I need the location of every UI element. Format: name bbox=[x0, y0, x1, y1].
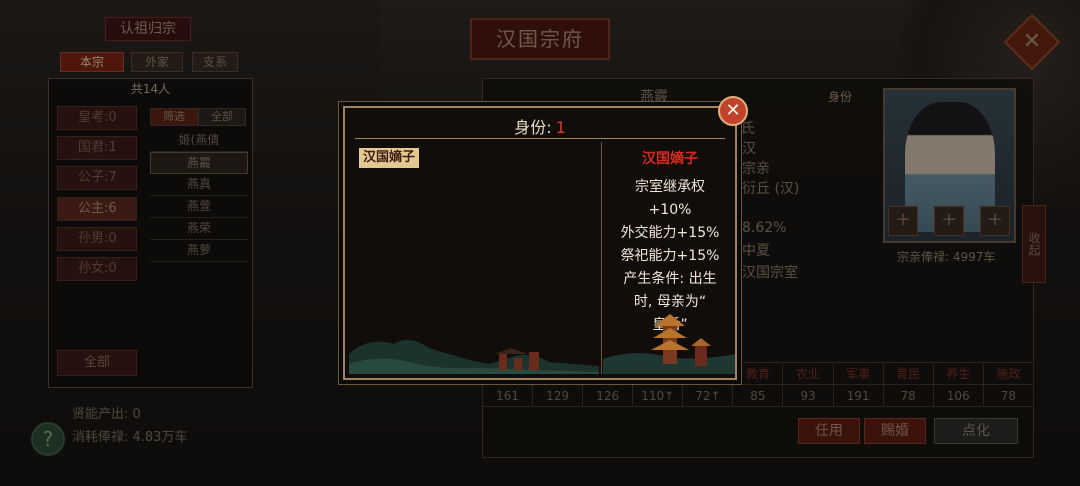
detail-line: 外交能力+15% bbox=[620, 225, 720, 241]
detail-line: 祭祀能力+15% bbox=[620, 248, 720, 264]
modal-title-label: 身份: bbox=[514, 118, 552, 137]
close-icon: ✕ bbox=[725, 100, 741, 121]
detail-line: +10% bbox=[648, 202, 692, 218]
modal-close-button[interactable]: ✕ bbox=[718, 96, 748, 126]
detail-line: 宗室继承权 bbox=[635, 179, 705, 195]
identity-chip[interactable]: 汉国嫡子 bbox=[359, 148, 420, 168]
detail-line: 产生条件: 出生 bbox=[623, 271, 717, 287]
modal-title: 身份: 1 bbox=[345, 114, 735, 138]
modal-column-divider bbox=[601, 142, 602, 374]
identity-detail-title: 汉国嫡子 bbox=[642, 151, 698, 167]
pagoda-scenery bbox=[603, 314, 735, 374]
modal-title-divider bbox=[355, 138, 725, 139]
identity-count: 1 bbox=[555, 118, 566, 137]
mountain-scenery bbox=[349, 339, 599, 374]
identity-modal: 身份: 1 汉国嫡子 汉国嫡子 宗室继承权 +10% 外交能力+15% 祭祀能力+… bbox=[343, 96, 748, 380]
